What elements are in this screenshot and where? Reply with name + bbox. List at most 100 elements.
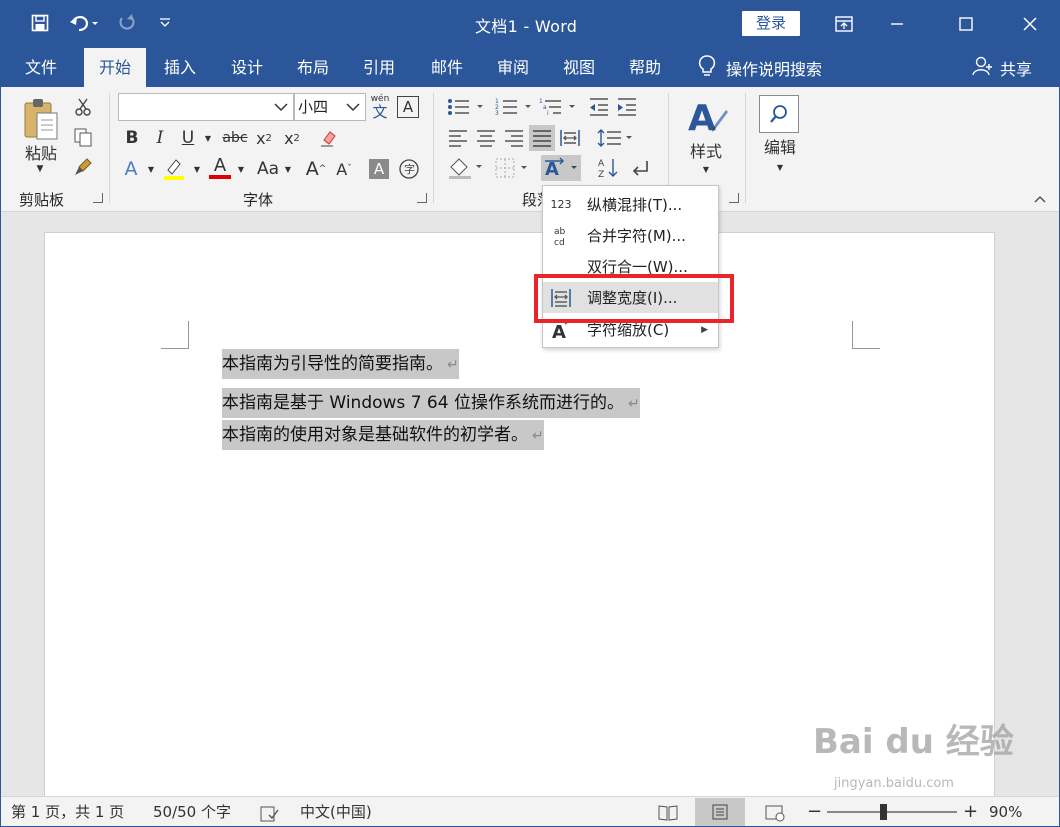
change-case-icon[interactable]: Aa	[253, 157, 283, 181]
maximize-button[interactable]	[943, 5, 989, 43]
align-center-icon[interactable]	[473, 125, 499, 151]
close-button[interactable]	[1007, 5, 1053, 43]
tab-insert[interactable]: 插入	[149, 48, 211, 87]
grow-font-icon[interactable]: A ^	[305, 157, 327, 181]
tab-review[interactable]: 审阅	[482, 48, 544, 87]
tab-mailings[interactable]: 邮件	[416, 48, 478, 87]
minimize-button[interactable]	[874, 5, 920, 43]
proofing-icon[interactable]	[259, 803, 279, 822]
menu-item-combine-characters[interactable]: ab cd 合并字符(M)...	[543, 220, 718, 251]
align-left-icon[interactable]	[445, 125, 471, 151]
save-icon[interactable]	[27, 9, 53, 37]
tab-design[interactable]: 设计	[216, 48, 278, 87]
line-spacing-icon[interactable]	[595, 125, 635, 151]
svg-text:A: A	[688, 98, 716, 138]
tab-layout[interactable]: 布局	[282, 48, 344, 87]
tab-home[interactable]: 开始	[84, 48, 147, 87]
subscript-icon[interactable]: x2	[253, 127, 275, 149]
document-paragraph[interactable]: 本指南的使用对象是基础软件的初学者。 ↵	[222, 420, 544, 450]
italic-icon[interactable]: I	[149, 127, 171, 149]
copy-icon[interactable]	[71, 125, 95, 149]
text-effects-icon[interactable]: A	[119, 157, 143, 181]
page-count[interactable]: 第 1 页，共 1 页	[11, 797, 124, 826]
font-color-icon[interactable]: A	[207, 155, 233, 181]
sort-icon[interactable]: AZ	[595, 155, 621, 181]
document-paragraph[interactable]: 本指南为引导性的简要指南。 ↵	[222, 349, 459, 379]
show-formatting-marks-icon[interactable]	[627, 155, 653, 181]
change-case-dropdown-icon[interactable]: ▼	[282, 163, 294, 175]
underline-icon[interactable]: U	[177, 127, 199, 149]
multilevel-list-icon[interactable]: 1ai	[537, 95, 577, 119]
distributed-align-icon[interactable]	[557, 125, 583, 151]
web-layout-icon[interactable]	[764, 802, 786, 822]
print-layout-icon[interactable]	[695, 798, 745, 826]
styles-icon[interactable]: A	[683, 95, 729, 139]
paragraph-mark-icon: ↵	[627, 396, 640, 412]
collapse-ribbon-icon[interactable]	[1031, 191, 1049, 207]
justify-icon[interactable]	[529, 125, 555, 151]
strikethrough-icon[interactable]: abc	[221, 127, 249, 149]
paste-icon[interactable]	[19, 95, 63, 143]
enclose-characters-icon[interactable]: 字	[397, 157, 421, 181]
bold-icon[interactable]: B	[121, 127, 143, 149]
highlight-icon[interactable]	[161, 155, 187, 181]
person-icon	[972, 56, 994, 80]
font-launcher-icon[interactable]	[417, 193, 427, 203]
paste-dropdown-icon[interactable]: ▼	[33, 163, 47, 175]
zoom-out-button[interactable]: −	[807, 797, 822, 826]
read-mode-icon[interactable]	[657, 802, 679, 822]
decrease-indent-icon[interactable]	[587, 95, 611, 119]
ribbon-display-options-icon[interactable]	[821, 5, 867, 43]
numbering-icon[interactable]: 123	[493, 95, 533, 119]
share-button[interactable]: 共享	[972, 48, 1032, 87]
font-color-dropdown-icon[interactable]: ▼	[235, 163, 247, 175]
chevron-down-icon[interactable]	[273, 94, 289, 129]
tab-help[interactable]: 帮助	[614, 48, 676, 87]
bullets-icon[interactable]	[445, 95, 485, 119]
undo-icon[interactable]	[65, 9, 101, 37]
zoom-slider-thumb[interactable]	[880, 804, 887, 820]
zoom-in-button[interactable]: +	[963, 797, 978, 826]
find-icon[interactable]	[759, 95, 799, 133]
zoom-level[interactable]: 90%	[989, 797, 1022, 826]
clear-formatting-icon[interactable]	[317, 127, 339, 149]
superscript-icon[interactable]: x2	[281, 127, 303, 149]
format-painter-icon[interactable]	[71, 155, 95, 179]
customize-qat-icon[interactable]	[155, 9, 175, 37]
tab-references[interactable]: 引用	[348, 48, 410, 87]
paragraph-launcher-icon[interactable]	[729, 193, 739, 203]
character-shading-icon[interactable]: A	[369, 159, 389, 179]
editing-dropdown-icon[interactable]: ▼	[774, 161, 786, 173]
combine-characters-icon: ab cd	[543, 225, 579, 247]
highlight-dropdown-icon[interactable]: ▼	[191, 163, 203, 175]
character-border-icon[interactable]: A	[397, 96, 419, 118]
share-label: 共享	[1000, 59, 1033, 79]
cut-icon[interactable]	[71, 95, 95, 119]
text-effects-dropdown-icon[interactable]: ▼	[145, 163, 157, 175]
increase-indent-icon[interactable]	[615, 95, 639, 119]
align-right-icon[interactable]	[501, 125, 527, 151]
font-name-combo[interactable]	[118, 93, 294, 121]
login-button[interactable]: 登录	[742, 11, 800, 36]
document-paragraph[interactable]: 本指南是基于 Windows 7 64 位操作系统而进行的。 ↵	[222, 388, 640, 418]
word-count[interactable]: 50/50 个字	[153, 797, 231, 826]
clipboard-launcher-icon[interactable]	[93, 193, 103, 203]
borders-icon[interactable]	[491, 155, 531, 181]
tab-file[interactable]: 文件	[10, 48, 72, 87]
menu-item-combine-horizontal[interactable]: 123 纵横混排(T)...	[543, 189, 718, 220]
tab-view[interactable]: 视图	[548, 48, 610, 87]
shading-icon[interactable]	[445, 155, 485, 181]
margin-corner-top-right	[852, 321, 880, 349]
phonetic-guide-icon[interactable]: wén 文	[369, 93, 391, 121]
font-size-combo[interactable]: 小四	[294, 93, 366, 121]
tell-me-search[interactable]: 操作说明搜索	[698, 48, 822, 87]
zoom-slider-track[interactable]	[827, 811, 957, 813]
styles-dropdown-icon[interactable]: ▼	[700, 163, 712, 175]
shrink-font-icon[interactable]: Aˇ	[333, 157, 355, 181]
chevron-down-icon[interactable]	[345, 94, 361, 129]
font-size-value: 小四	[298, 98, 329, 116]
underline-dropdown-icon[interactable]: ▼	[201, 131, 215, 145]
language-indicator[interactable]: 中文(中国)	[300, 797, 372, 826]
asian-layout-icon[interactable]: A	[541, 155, 581, 181]
redo-icon[interactable]	[114, 9, 140, 37]
